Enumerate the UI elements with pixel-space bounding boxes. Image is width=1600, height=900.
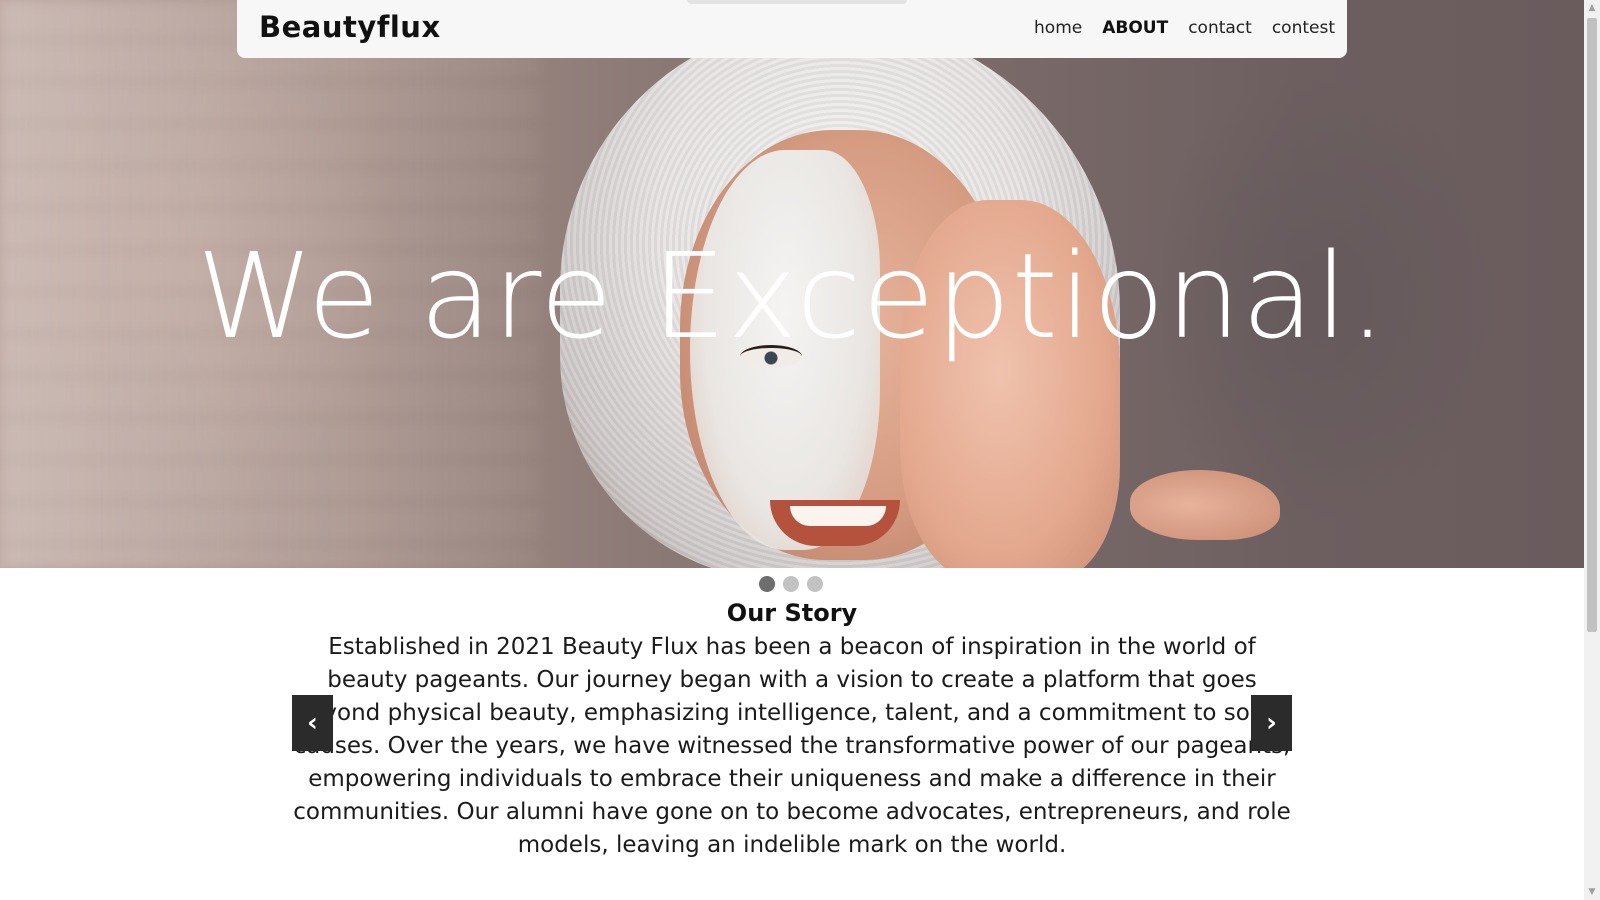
scroll-down-arrow-icon[interactable]: ▼ bbox=[1584, 884, 1600, 900]
story-title: Our Story bbox=[726, 599, 858, 627]
nav-item-contest[interactable]: contest bbox=[1272, 16, 1335, 40]
scrollbar-thumb[interactable] bbox=[1587, 18, 1597, 632]
carousel-next-button[interactable]: › bbox=[1251, 695, 1292, 751]
hero-image-teeth bbox=[790, 506, 886, 526]
page: We are Exceptional. Beautyflux home ABOU… bbox=[0, 0, 1600, 900]
navbar-top-tab bbox=[687, 0, 907, 4]
chevron-right-icon: › bbox=[1266, 708, 1277, 738]
brand-logo[interactable]: Beautyflux bbox=[259, 8, 441, 46]
scroll-up-arrow-icon[interactable]: ▲ bbox=[1584, 0, 1600, 16]
nav-links: home ABOUT contact contest bbox=[1034, 16, 1335, 40]
nav-item-about[interactable]: ABOUT bbox=[1102, 16, 1168, 40]
carousel-indicators bbox=[759, 576, 823, 592]
carousel-prev-button[interactable]: ‹ bbox=[292, 695, 333, 751]
hero-banner: We are Exceptional. bbox=[0, 0, 1584, 568]
carousel-indicator-2[interactable] bbox=[783, 576, 799, 592]
story-body: Established in 2021 Beauty Flux has been… bbox=[293, 634, 1291, 858]
vertical-scrollbar[interactable]: ▲ ▼ bbox=[1584, 0, 1600, 900]
chevron-left-icon: ‹ bbox=[307, 708, 318, 738]
nav-item-contact[interactable]: contact bbox=[1188, 16, 1252, 40]
hero-image-fingertip bbox=[1130, 470, 1280, 540]
nav-item-home[interactable]: home bbox=[1034, 16, 1082, 40]
carousel-indicator-3[interactable] bbox=[807, 576, 823, 592]
carousel-indicator-1[interactable] bbox=[759, 576, 775, 592]
navbar: Beautyflux home ABOUT contact contest bbox=[237, 0, 1347, 58]
hero-headline: We are Exceptional. bbox=[196, 227, 1388, 365]
